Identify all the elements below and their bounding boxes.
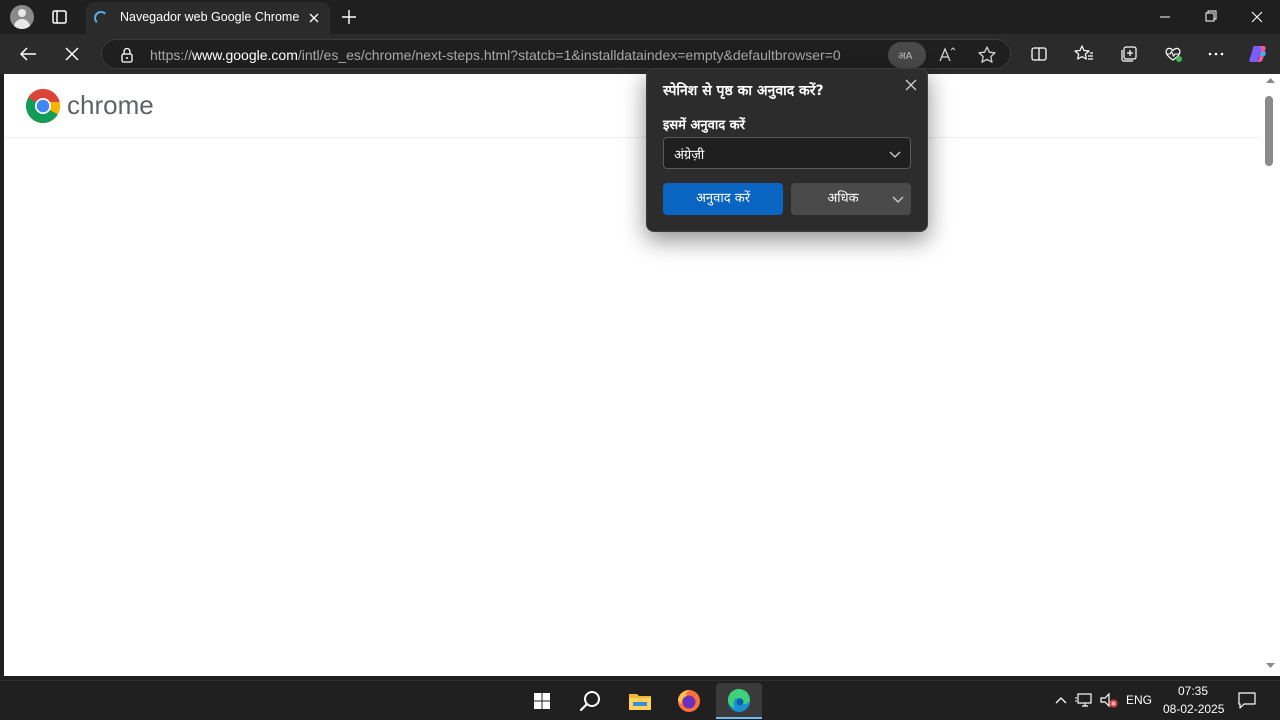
favorites-icon[interactable]	[1068, 38, 1100, 70]
split-screen-icon[interactable]	[1023, 38, 1055, 70]
close-window-icon[interactable]	[1234, 0, 1280, 34]
page-header: chrome	[4, 74, 1261, 138]
web-page: chrome	[4, 74, 1261, 676]
firefox-icon[interactable]	[666, 683, 712, 719]
restore-icon[interactable]	[1188, 0, 1234, 34]
active-tab[interactable]: Navegador web Google Chrome	[86, 2, 330, 34]
network-icon[interactable]	[1074, 689, 1096, 711]
chevron-down-icon	[888, 147, 902, 161]
input-language[interactable]: ENG	[1126, 693, 1152, 707]
chevron-up-icon[interactable]	[1050, 689, 1072, 711]
lock-icon[interactable]	[118, 46, 136, 64]
popup-title: स्पेनिश से पृष्ठ का अनुवाद करें?	[663, 83, 824, 99]
more-options-label: अधिक	[827, 191, 859, 206]
profile-icon[interactable]	[10, 5, 34, 29]
clock-time: 07:35	[1178, 684, 1209, 698]
title-bar: Navegador web Google Chrome	[0, 0, 1280, 34]
close-icon[interactable]	[304, 8, 324, 28]
file-explorer-icon[interactable]	[617, 683, 663, 719]
favorite-star-icon[interactable]	[976, 44, 998, 66]
svg-text:अA: अA	[898, 51, 913, 62]
notifications-icon[interactable]	[1236, 689, 1258, 711]
translate-icon[interactable]: अA	[888, 42, 926, 68]
more-options-button[interactable]: अधिक	[791, 183, 911, 215]
copilot-icon[interactable]	[1242, 38, 1274, 70]
chevron-down-icon	[891, 192, 905, 206]
brand-wordmark: chrome	[67, 90, 154, 120]
search-icon[interactable]	[567, 683, 613, 719]
target-language-select[interactable]: अंग्रेज़ी	[663, 137, 911, 169]
new-tab-icon[interactable]	[336, 4, 362, 30]
scroll-thumb[interactable]	[1265, 96, 1273, 166]
back-icon[interactable]	[12, 38, 44, 70]
windows-start-icon[interactable]	[519, 683, 565, 719]
browser-essentials-icon[interactable]	[1157, 38, 1189, 70]
chrome-logo-icon[interactable]	[25, 88, 61, 124]
scroll-down-icon[interactable]	[1261, 658, 1280, 672]
address-bar[interactable]: https://www.google.com/intl/es_es/chrome…	[101, 39, 1011, 69]
tab-actions-icon[interactable]	[44, 4, 74, 30]
read-aloud-icon[interactable]	[936, 44, 958, 66]
more-icon[interactable]	[1200, 38, 1232, 70]
url-text[interactable]: https://www.google.com/intl/es_es/chrome…	[150, 47, 841, 63]
target-language-label: इसमें अनुवाद करें	[663, 118, 745, 133]
vertical-scrollbar[interactable]	[1261, 74, 1280, 676]
navigation-toolbar: https://www.google.com/intl/es_es/chrome…	[0, 34, 1280, 74]
edge-icon[interactable]	[716, 683, 762, 719]
minimize-icon[interactable]	[1142, 0, 1188, 34]
collections-icon[interactable]	[1113, 38, 1145, 70]
translate-popup: स्पेनिश से पृष्ठ का अनुवाद करें? इसमें अ…	[646, 68, 928, 232]
taskbar: ENG 07:35 08-02-2025	[0, 680, 1280, 720]
tab-title: Navegador web Google Chrome	[120, 10, 300, 24]
translate-button[interactable]: अनुवाद करें	[663, 183, 783, 215]
stop-icon[interactable]	[56, 38, 88, 70]
volume-muted-icon[interactable]	[1098, 689, 1120, 711]
loading-spinner-icon	[94, 11, 108, 25]
scroll-up-icon[interactable]	[1261, 74, 1280, 88]
close-icon[interactable]	[901, 75, 921, 95]
selected-language: अंग्रेज़ी	[674, 148, 705, 163]
clock-date: 08-02-2025	[1163, 702, 1225, 716]
